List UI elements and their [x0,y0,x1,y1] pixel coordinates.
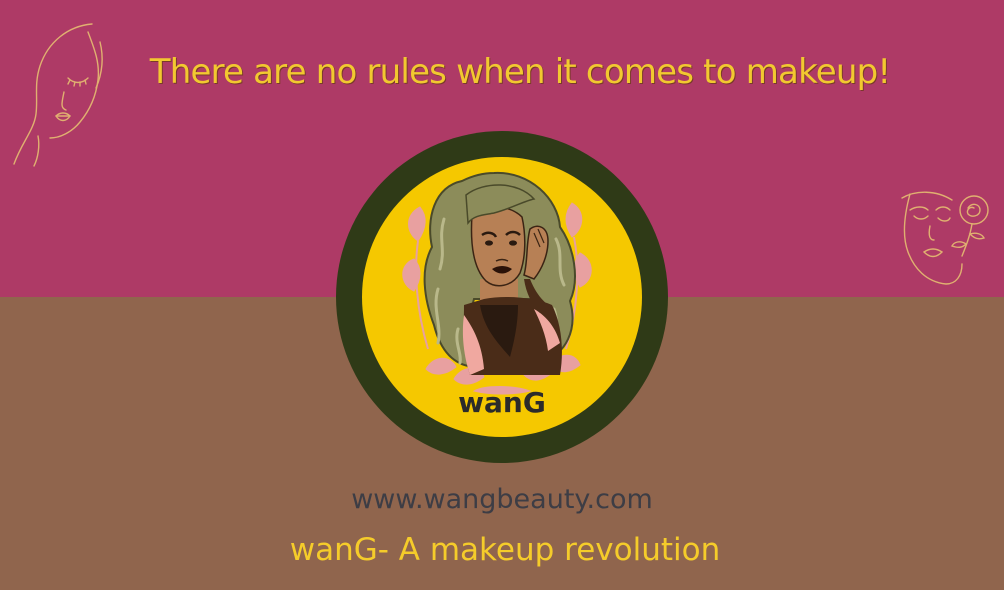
face-lineart-icon [13,23,103,167]
tagline-text: wanG- A makeup revolution [289,532,721,568]
face-rose-lineart-icon [901,191,989,285]
logo-brand-text: wanG [458,386,546,419]
brand-logo: wanG [336,131,668,463]
headline-text: There are no rules when it comes to make… [149,52,891,92]
website-url[interactable]: www.wangbeauty.com [0,484,1004,515]
